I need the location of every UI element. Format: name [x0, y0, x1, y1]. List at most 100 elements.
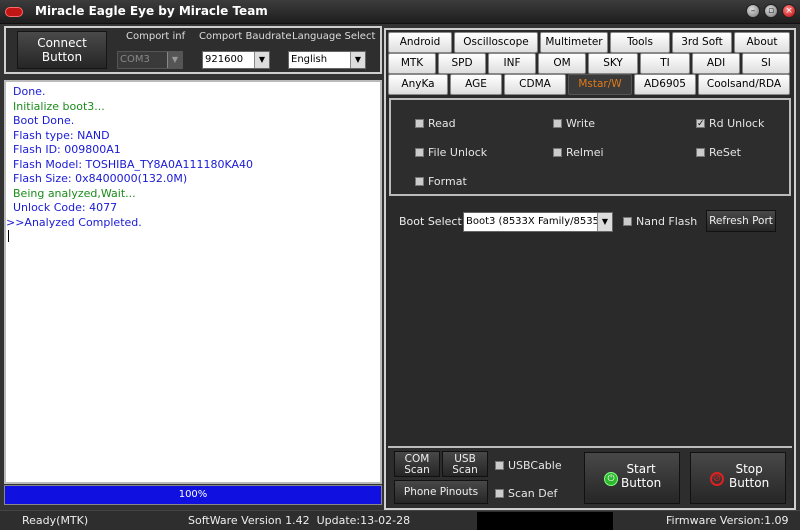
- text-cursor: [8, 230, 9, 242]
- connect-button-label: Connect Button: [37, 36, 87, 64]
- refresh-port-button[interactable]: Refresh Port: [706, 210, 776, 232]
- comport-label: Comport inf: [126, 31, 186, 42]
- rd-unlock-label: Rd Unlock: [709, 117, 765, 130]
- start-button-label: Start Button: [621, 462, 662, 490]
- chevron-down-icon: ▼: [254, 52, 269, 68]
- checkbox-icon: [696, 147, 705, 157]
- close-icon[interactable]: ×: [782, 4, 796, 18]
- format-label: Format: [428, 175, 467, 188]
- tab-coolsand-rda[interactable]: Coolsand/RDA: [698, 74, 790, 95]
- app-window: Miracle Eagle Eye by Miracle Team – ▫ × …: [0, 0, 800, 530]
- phone-pinouts-button[interactable]: Phone Pinouts: [394, 480, 488, 504]
- write-checkbox[interactable]: Write: [553, 116, 595, 132]
- tab-om[interactable]: OM: [538, 53, 586, 74]
- tab-inf[interactable]: INF: [488, 53, 536, 74]
- tab-spd[interactable]: SPD: [438, 53, 486, 74]
- right-panel: Android Oscilloscope Multimeter Tools 3r…: [384, 28, 796, 510]
- log-line: Initialize boot3...: [13, 99, 105, 113]
- tab-cdma[interactable]: CDMA: [504, 74, 566, 95]
- relmei-checkbox[interactable]: Relmei: [553, 145, 604, 161]
- tab-multimeter[interactable]: Multimeter: [540, 32, 608, 53]
- checkbox-icon: [495, 460, 504, 470]
- read-label: Read: [428, 117, 456, 130]
- tab-android[interactable]: Android: [388, 32, 452, 53]
- usb-cable-checkbox[interactable]: USBCable: [495, 458, 562, 474]
- tab-anyka[interactable]: AnyKa: [388, 74, 448, 95]
- reset-checkbox[interactable]: ReSet: [696, 145, 741, 161]
- com-scan-button[interactable]: COM Scan: [394, 451, 440, 477]
- log-line: >>Analyzed Completed.: [6, 215, 142, 229]
- tab-sky[interactable]: SKY: [588, 53, 638, 74]
- log-line: Flash Model: TOSHIBA_TY8A0A111180KA40: [13, 157, 254, 171]
- log-line: Flash Size: 0x8400000(132.0M): [13, 172, 188, 185]
- maximize-icon[interactable]: ▫: [764, 4, 778, 18]
- tab-3rd-soft[interactable]: 3rd Soft: [672, 32, 732, 53]
- connection-settings: Connect Button Comport inf COM3 ▼ Compor…: [4, 26, 382, 74]
- status-blank-field: [477, 512, 613, 530]
- chevron-down-icon: ▼: [167, 52, 182, 68]
- log-line: Done.: [13, 85, 46, 98]
- bottom-controls: COM Scan USB Scan USBCable Phone Pinouts…: [388, 446, 792, 508]
- file-unlock-checkbox[interactable]: File Unlock: [415, 145, 487, 161]
- stop-icon: ⊘: [710, 472, 724, 486]
- checkbox-icon: [415, 147, 424, 157]
- checkbox-icon: [553, 147, 562, 157]
- nand-flash-checkbox[interactable]: Nand Flash: [623, 214, 697, 230]
- stop-button[interactable]: ⊘ Stop Button: [690, 452, 786, 504]
- progress-label: 100%: [178, 489, 208, 500]
- format-checkbox[interactable]: Format: [415, 174, 467, 190]
- left-panel: Connect Button Comport inf COM3 ▼ Compor…: [4, 26, 382, 510]
- usb-cable-label: USBCable: [508, 459, 562, 472]
- software-version: SoftWare Version 1.42 Update:13-02-28: [188, 514, 411, 527]
- tab-tools[interactable]: Tools: [610, 32, 670, 53]
- connect-button[interactable]: Connect Button: [17, 31, 107, 69]
- usb-scan-button[interactable]: USB Scan: [442, 451, 488, 477]
- tab-about[interactable]: About: [734, 32, 790, 53]
- checkbox-icon: [415, 118, 424, 128]
- checkbox-icon: [623, 216, 632, 226]
- baudrate-value: 921600: [205, 54, 244, 65]
- log-line: Unlock Code: 4077: [13, 201, 118, 214]
- status-bar: Ready(MTK) SoftWare Version 1.42 Update:…: [0, 510, 800, 530]
- rd-unlock-checkbox[interactable]: ✓ Rd Unlock: [696, 116, 764, 132]
- relmei-label: Relmei: [566, 146, 604, 159]
- checkbox-icon: [553, 118, 562, 128]
- log-line: Being analyzed,Wait...: [13, 186, 136, 200]
- checkbox-icon: [495, 488, 504, 498]
- boot-select[interactable]: Boot3 (8533X Family/8535N ▼: [463, 212, 613, 232]
- tab-mtk[interactable]: MTK: [388, 53, 436, 74]
- comport-value: COM3: [120, 54, 150, 65]
- chevron-down-icon: ▼: [597, 213, 612, 231]
- scan-def-checkbox[interactable]: Scan Def: [495, 486, 557, 502]
- mstar-options: Read Write ✓ Rd Unlock File Unlock Relmei…: [389, 98, 791, 196]
- comport-select[interactable]: COM3 ▼: [117, 51, 183, 69]
- tab-ad6905[interactable]: AD6905: [634, 74, 696, 95]
- language-select[interactable]: English ▼: [288, 51, 366, 69]
- tab-age[interactable]: AGE: [450, 74, 502, 95]
- chevron-down-icon: ▼: [350, 52, 365, 68]
- tab-si[interactable]: SI: [742, 53, 790, 74]
- language-label: Language Select: [292, 31, 376, 42]
- minimize-icon[interactable]: –: [746, 4, 760, 18]
- write-label: Write: [566, 117, 596, 130]
- scan-def-label: Scan Def: [508, 487, 558, 500]
- baudrate-select[interactable]: 921600 ▼: [202, 51, 270, 69]
- log-output[interactable]: Done. Initialize boot3... Boot Done. Fla…: [4, 80, 382, 484]
- status-state: Ready(MTK): [22, 514, 89, 527]
- log-line: Flash type: NAND: [13, 128, 110, 142]
- miracle-logo-icon: [5, 7, 23, 17]
- nand-flash-label: Nand Flash: [636, 215, 698, 228]
- tab-oscilloscope[interactable]: Oscilloscope: [454, 32, 538, 53]
- app-title: Miracle Eagle Eye by Miracle Team: [35, 4, 268, 18]
- boot-select-label: Boot Select: [399, 215, 462, 228]
- tab-mstar-w[interactable]: Mstar/W: [568, 74, 632, 95]
- start-icon: ⏻: [604, 472, 618, 486]
- tab-ti[interactable]: TI: [640, 53, 690, 74]
- start-button[interactable]: ⏻ Start Button: [584, 452, 680, 504]
- log-line: Flash ID: 009800A1: [13, 143, 121, 156]
- read-checkbox[interactable]: Read: [415, 116, 456, 132]
- log-line: Boot Done.: [13, 114, 75, 127]
- tab-adi[interactable]: ADI: [692, 53, 740, 74]
- file-unlock-label: File Unlock: [428, 146, 488, 159]
- stop-button-label: Stop Button: [729, 462, 770, 490]
